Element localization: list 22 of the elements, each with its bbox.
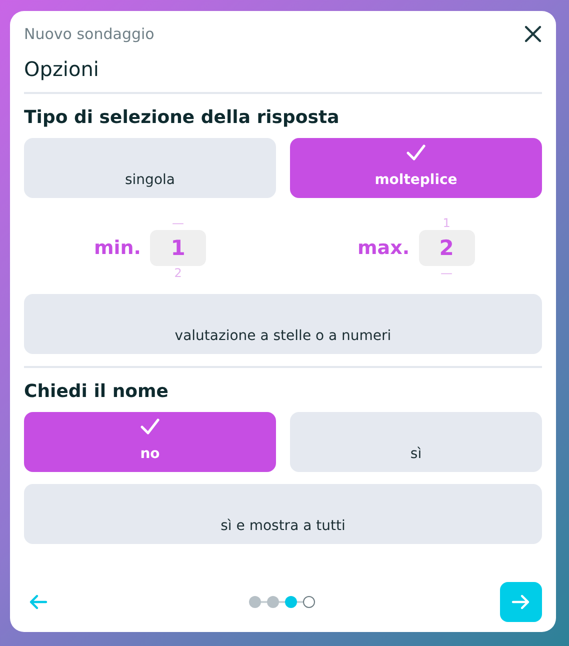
option-button[interactable]: singola — [24, 138, 276, 198]
page-heading: Opzioni — [24, 57, 100, 81]
back-arrow-icon[interactable] — [28, 594, 48, 610]
close-icon[interactable] — [524, 25, 542, 43]
section-title: Tipo di selezione della risposta — [24, 107, 340, 128]
previous-value: — — [172, 216, 184, 230]
checkmark-icon — [406, 144, 426, 162]
option-button[interactable]: sì e mostra a tutti — [24, 484, 542, 544]
spinner-label: max. — [357, 237, 410, 259]
next-value: 2 — [174, 266, 182, 280]
previous-value: 1 — [442, 216, 450, 230]
option-button[interactable]: no — [24, 412, 276, 472]
option-button[interactable]: valutazione a stelle o a numeri — [24, 294, 542, 354]
option-button[interactable]: molteplice — [290, 138, 542, 198]
checkmark-icon — [140, 418, 160, 436]
section-title: Chiedi il nome — [24, 381, 170, 402]
spinner-label: min. — [94, 237, 142, 259]
dialog-title: Nuovo sondaggio — [24, 25, 154, 43]
arrow-icon — [511, 594, 531, 610]
next-button[interactable] — [500, 582, 542, 622]
option-button[interactable]: sì — [290, 412, 542, 472]
next-value: — — [440, 266, 453, 280]
